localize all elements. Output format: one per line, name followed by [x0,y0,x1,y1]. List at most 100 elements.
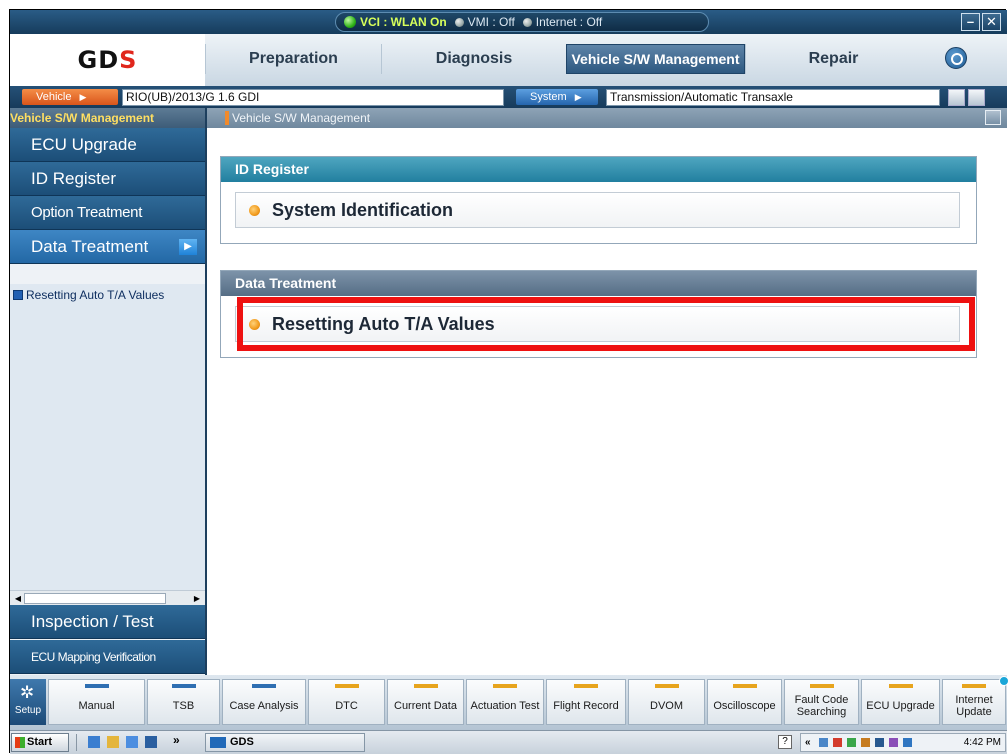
tab-repair[interactable]: Repair [745,44,921,74]
help-icon[interactable]: ? [778,735,792,749]
volume-icon[interactable] [875,738,884,747]
flight-record-button[interactable]: Flight Record [546,679,626,725]
document-icon [13,290,23,300]
tab-preparation[interactable]: Preparation [205,44,381,74]
tab-vehicle-sw-management[interactable]: Vehicle S/W Management [566,44,745,74]
system-field[interactable]: Transmission/Automatic Transaxle [606,89,940,106]
ecu-upgrade-label: ECU Upgrade [866,700,935,712]
oscilloscope-button[interactable]: Oscilloscope [707,679,782,725]
current-data-indicator [413,684,438,688]
display-icon[interactable] [903,738,912,747]
app-tray-icon[interactable] [861,738,870,747]
sidebar-horizontal-scrollbar[interactable]: ◀ ▶ [10,590,205,605]
title-bar: VCI : WLAN On VMI : Off Internet : Off –… [10,10,1007,34]
actuation-test-button[interactable]: Actuation Test [466,679,544,725]
bottom-toolbar: Setup Manual TSB Case Analysis DTC Current D… [10,675,1008,730]
clock[interactable]: 4:42 PM [964,737,1001,748]
search-icon[interactable] [945,47,967,69]
scrollbar-thumb[interactable] [24,593,166,604]
case-analysis-label: Case Analysis [229,700,299,712]
system-button[interactable]: System ▶ [516,89,598,105]
internet-status: Internet : Off [522,15,602,29]
breadcrumb-marker [225,111,229,125]
ie-icon[interactable] [88,736,100,748]
vehicle-button[interactable]: Vehicle ▶ [22,89,118,105]
vmi-status: VMI : Off [454,15,515,29]
sidebar-item-id-register[interactable]: ID Register [10,162,205,196]
connection-status: VCI : WLAN On VMI : Off Internet : Off [335,12,709,32]
main-content: Vehicle S/W Management ID Register Syste… [205,108,1007,675]
security-icon[interactable] [833,738,842,747]
tsb-indicator [171,684,196,688]
sidebar-item-option-treatment[interactable]: Option Treatment [10,196,205,230]
ecu-upgrade-indicator [888,684,913,688]
manual-button[interactable]: Manual [48,679,145,725]
breadcrumb: Vehicle S/W Management [207,108,1007,128]
setup-button[interactable]: Setup [10,679,46,725]
system-tray: « 4:42 PM [800,733,1006,752]
sidebar-item-ecu-upgrade[interactable]: ECU Upgrade [10,128,205,162]
scroll-right-icon[interactable]: ▶ [191,593,203,604]
chevron-right-icon: ▶ [179,239,197,255]
taskbar-app-gds[interactable]: GDS [205,733,365,752]
fault-code-searching-indicator [809,684,834,688]
case-analysis-indicator [252,684,276,688]
vci-status-icon [344,16,356,28]
network-icon[interactable] [819,738,828,747]
internet-update-label: Internet Update [955,694,993,718]
sidebar-item-ecu-mapping-verification[interactable]: ECU Mapping Verification [10,640,205,674]
panel-header-data-treatment: Data Treatment [221,271,976,296]
quicklaunch-more[interactable]: » [173,733,180,747]
panel-header-id-register: ID Register [221,157,976,182]
manual-label: Manual [78,700,115,712]
internet-update-button[interactable]: Internet Update [942,676,1008,725]
current-data-button[interactable]: Current Data [387,679,464,725]
case-analysis-button[interactable]: Case Analysis [222,679,306,725]
tray-expand-icon[interactable]: « [805,734,811,751]
sidebar-item-inspection-test[interactable]: Inspection / Test [10,605,205,639]
ecu-upgrade-button[interactable]: ECU Upgrade [861,679,940,725]
print-icon[interactable] [985,110,1001,125]
dtc-button[interactable]: DTC [308,679,385,725]
sidebar-header: Vehicle S/W Management [10,108,205,128]
current-data-label: Current Data [394,700,457,712]
sidebar: Vehicle S/W Management ECU Upgrade ID Re… [10,108,205,675]
dtc-label: DTC [335,700,358,712]
media-icon[interactable] [126,736,138,748]
language-icon[interactable] [889,738,898,747]
oscilloscope-label: Oscilloscope [713,700,776,712]
arrow-right-icon: ▶ [79,91,87,102]
vmi-status-icon [454,17,464,27]
start-button[interactable]: Start [11,733,69,752]
update-icon[interactable] [847,738,856,747]
bullet-icon [249,205,260,216]
vehicle-info-icon[interactable] [948,89,965,106]
vci-status: VCI : WLAN On [344,15,447,29]
dvom-label: DVOM [650,700,683,712]
internet-status-icon [522,17,532,27]
close-button[interactable]: ✕ [982,13,1001,31]
minimize-button[interactable]: – [961,13,980,31]
folder-icon[interactable] [107,736,119,748]
dtc-indicator [334,684,359,688]
vehicle-system-bar: Vehicle ▶ RIO(UB)/2013/G 1.6 GDI System ▶ … [10,86,1007,108]
manual-indicator [84,684,109,688]
item-system-identification[interactable]: System Identification [235,192,960,228]
tsb-button[interactable]: TSB [147,679,220,725]
sidebar-item-data-treatment[interactable]: Data Treatment ▶ [10,230,205,264]
sidebar-subitem-resetting-auto-ta[interactable]: Resetting Auto T/A Values [10,284,205,602]
fault-code-searching-label: Fault Code Searching [794,694,849,718]
highlight-box [237,297,975,351]
panel-id-register: ID Register System Identification [220,156,977,244]
tab-diagnosis[interactable]: Diagnosis [381,44,566,74]
vehicle-field[interactable]: RIO(UB)/2013/G 1.6 GDI [122,89,504,106]
dvom-button[interactable]: DVOM [628,679,705,725]
scroll-left-icon[interactable]: ◀ [12,593,24,604]
fault-code-searching-button[interactable]: Fault Code Searching [784,679,859,725]
dvom-indicator [654,684,679,688]
gds-window: VCI : WLAN On VMI : Off Internet : Off –… [9,9,1008,754]
vehicle-list-icon[interactable] [968,89,985,106]
desktop-icon[interactable] [145,736,157,748]
flight-record-label: Flight Record [553,700,619,712]
actuation-test-indicator [493,684,517,688]
